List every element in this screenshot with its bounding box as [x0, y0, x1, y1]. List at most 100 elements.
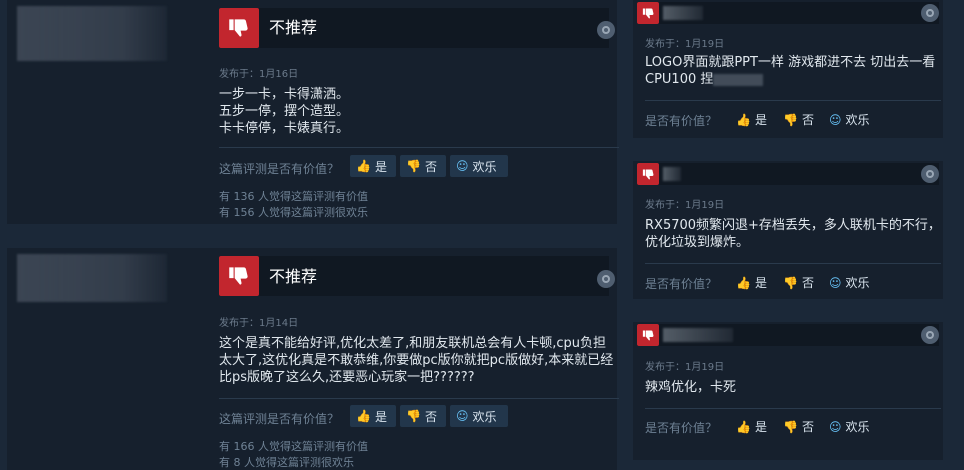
divider — [645, 263, 941, 264]
vote-no-label: 否 — [424, 159, 437, 174]
vote-yes-label: 是 — [374, 409, 387, 424]
posted-date: 发布于：1月19日 — [645, 362, 725, 373]
helpful-question: 是否有价值？ — [645, 114, 718, 128]
vote-yes-label: 是 — [754, 276, 767, 290]
smile-icon: ☺ — [829, 112, 842, 127]
vote-yes-label: 是 — [754, 113, 767, 127]
left-review-column: 不推荐 发布于：1月16日 一步一卡，卡得潇洒。 五步一停，摆个造型。 卡卡停停… — [0, 0, 622, 470]
review-card: 发布于：1月19日 RX5700频繁闪退+存档丢失，多人联机卡的不行， 优化垃圾… — [633, 161, 943, 299]
posted-date: 发布于：1月19日 — [645, 200, 725, 211]
steam-icon — [597, 270, 615, 288]
review-line: 五步一停，摆个造型。 — [219, 104, 350, 119]
thumbs-down-icon: 👎 — [783, 112, 798, 127]
vote-yes-button[interactable]: 👍 是 — [350, 405, 396, 427]
blurred-username — [663, 328, 733, 342]
posted-date: 发布于：1月14日 — [219, 318, 299, 329]
helpful-count: 有 136 人觉得这篇评测有价值 — [219, 190, 368, 203]
thumbs-up-icon: 👍 — [736, 419, 751, 434]
thumbs-down-icon — [637, 2, 659, 24]
funny-count: 有 8 人觉得这篇评测很欢乐 — [219, 456, 354, 469]
vote-funny-button[interactable]: ☺ 欢乐 — [450, 405, 508, 427]
helpful-count: 有 166 人觉得这篇评测有价值 — [219, 440, 368, 453]
review-text: 这个是真不能给好评,优化太差了,和朋友联机总会有人卡顿,cpu负担 太大了,这优… — [219, 335, 613, 386]
smile-icon: ☺ — [456, 409, 469, 423]
vote-no-label: 否 — [801, 420, 814, 434]
verdict-label: 不推荐 — [269, 18, 318, 37]
vote-no-button[interactable]: 👎 否 — [783, 418, 814, 435]
vote-funny-label: 欢乐 — [845, 276, 870, 290]
vote-no-button[interactable]: 👎 否 — [400, 405, 446, 427]
review-line: 比ps版晚了这么久,还要恶心玩家一把?????? — [219, 370, 475, 385]
review-text: LOGO界面就跟PPT一样 游戏都进不去 切出去一看 CPU100 捏 — [645, 54, 935, 88]
thumbs-down-icon — [637, 324, 659, 346]
vote-yes-label: 是 — [374, 159, 387, 174]
divider — [219, 147, 619, 148]
thumbs-up-icon: 👍 — [736, 112, 751, 127]
vote-funny-button[interactable]: ☺ 欢乐 — [829, 111, 870, 128]
posted-date: 发布于：1月19日 — [645, 39, 725, 50]
steam-icon — [921, 165, 939, 183]
divider — [645, 408, 941, 409]
blurred-username — [663, 167, 681, 181]
thumbs-up-icon: 👍 — [356, 159, 371, 173]
review-line: 太大了,这优化真是不敢恭维,你要做pc版你就把pc版做好,本来就已经 — [219, 353, 614, 368]
steam-icon — [921, 4, 939, 22]
vote-funny-label: 欢乐 — [472, 409, 497, 424]
review-line: 一步一卡，卡得潇洒。 — [219, 87, 350, 102]
divider — [219, 398, 619, 399]
smile-icon: ☺ — [829, 275, 842, 290]
vote-funny-label: 欢乐 — [845, 420, 870, 434]
review-line-text: CPU100 捏 — [645, 72, 714, 87]
vote-funny-button[interactable]: ☺ 欢乐 — [829, 418, 870, 435]
thumbs-down-icon: 👎 — [406, 159, 421, 173]
right-review-column: 发布于：1月19日 LOGO界面就跟PPT一样 游戏都进不去 切出去一看 CPU… — [627, 0, 964, 470]
thumbs-down-icon: 👎 — [783, 275, 798, 290]
review-line: 卡卡停停，卡婊真行。 — [219, 121, 350, 136]
helpful-question: 这篇评测是否有价值？ — [219, 162, 340, 176]
vote-no-button[interactable]: 👎 否 — [400, 155, 446, 177]
review-line: 这个是真不能给好评,优化太差了,和朋友联机总会有人卡顿,cpu负担 — [219, 336, 607, 351]
vote-funny-button[interactable]: ☺ 欢乐 — [829, 274, 870, 291]
review-card: 发布于：1月19日 LOGO界面就跟PPT一样 游戏都进不去 切出去一看 CPU… — [633, 0, 943, 138]
thumbs-down-icon: 👎 — [406, 409, 421, 423]
helpful-question: 是否有价值？ — [645, 277, 718, 291]
review-line: LOGO界面就跟PPT一样 游戏都进不去 切出去一看 — [645, 55, 936, 70]
vote-yes-label: 是 — [754, 420, 767, 434]
vote-yes-button[interactable]: 👍 是 — [736, 418, 767, 435]
blurred-username — [663, 6, 703, 20]
verdict-bar — [637, 163, 939, 185]
vote-no-button[interactable]: 👎 否 — [783, 111, 814, 128]
blurred-user-avatar — [17, 254, 167, 302]
review-line: RX5700频繁闪退+存档丢失，多人联机卡的不行， — [645, 218, 941, 233]
funny-count: 有 156 人觉得这篇评测很欢乐 — [219, 206, 368, 219]
thumbs-up-icon: 👍 — [736, 275, 751, 290]
vote-funny-label: 欢乐 — [845, 113, 870, 127]
review-text: RX5700频繁闪退+存档丢失，多人联机卡的不行， 优化垃圾到爆炸。 — [645, 217, 941, 251]
vote-yes-button[interactable]: 👍 是 — [736, 274, 767, 291]
review-line: 优化垃圾到爆炸。 — [645, 235, 750, 250]
thumbs-down-icon — [219, 256, 259, 296]
verdict-label: 不推荐 — [269, 267, 318, 286]
review-card: 不推荐 发布于：1月16日 一步一卡，卡得潇洒。 五步一停，摆个造型。 卡卡停停… — [7, 0, 619, 224]
helpful-question: 是否有价值？ — [645, 421, 718, 435]
helpful-question: 这篇评测是否有价值？ — [219, 412, 340, 426]
vote-no-label: 否 — [801, 276, 814, 290]
review-line: 辣鸡优化，卡死 — [645, 380, 737, 395]
divider — [645, 100, 941, 101]
vote-yes-button[interactable]: 👍 是 — [350, 155, 396, 177]
posted-date: 发布于：1月16日 — [219, 69, 299, 80]
smile-icon: ☺ — [829, 419, 842, 434]
vote-no-label: 否 — [424, 409, 437, 424]
thumbs-up-icon: 👍 — [356, 409, 371, 423]
review-card: 发布于：1月19日 辣鸡优化，卡死 是否有价值？ 👍 是 👎 否 ☺ 欢乐 — [633, 322, 943, 460]
smile-icon: ☺ — [456, 159, 469, 173]
vote-no-button[interactable]: 👎 否 — [783, 274, 814, 291]
blurred-user-avatar — [17, 6, 167, 61]
vote-funny-button[interactable]: ☺ 欢乐 — [450, 155, 508, 177]
review-text: 辣鸡优化，卡死 — [645, 379, 736, 396]
vote-yes-button[interactable]: 👍 是 — [736, 111, 767, 128]
review-text: 一步一卡，卡得潇洒。 五步一停，摆个造型。 卡卡停停，卡婊真行。 — [219, 86, 349, 137]
thumbs-down-icon — [637, 163, 659, 185]
review-line: CPU100 捏 — [645, 71, 935, 88]
steam-icon — [597, 21, 615, 39]
